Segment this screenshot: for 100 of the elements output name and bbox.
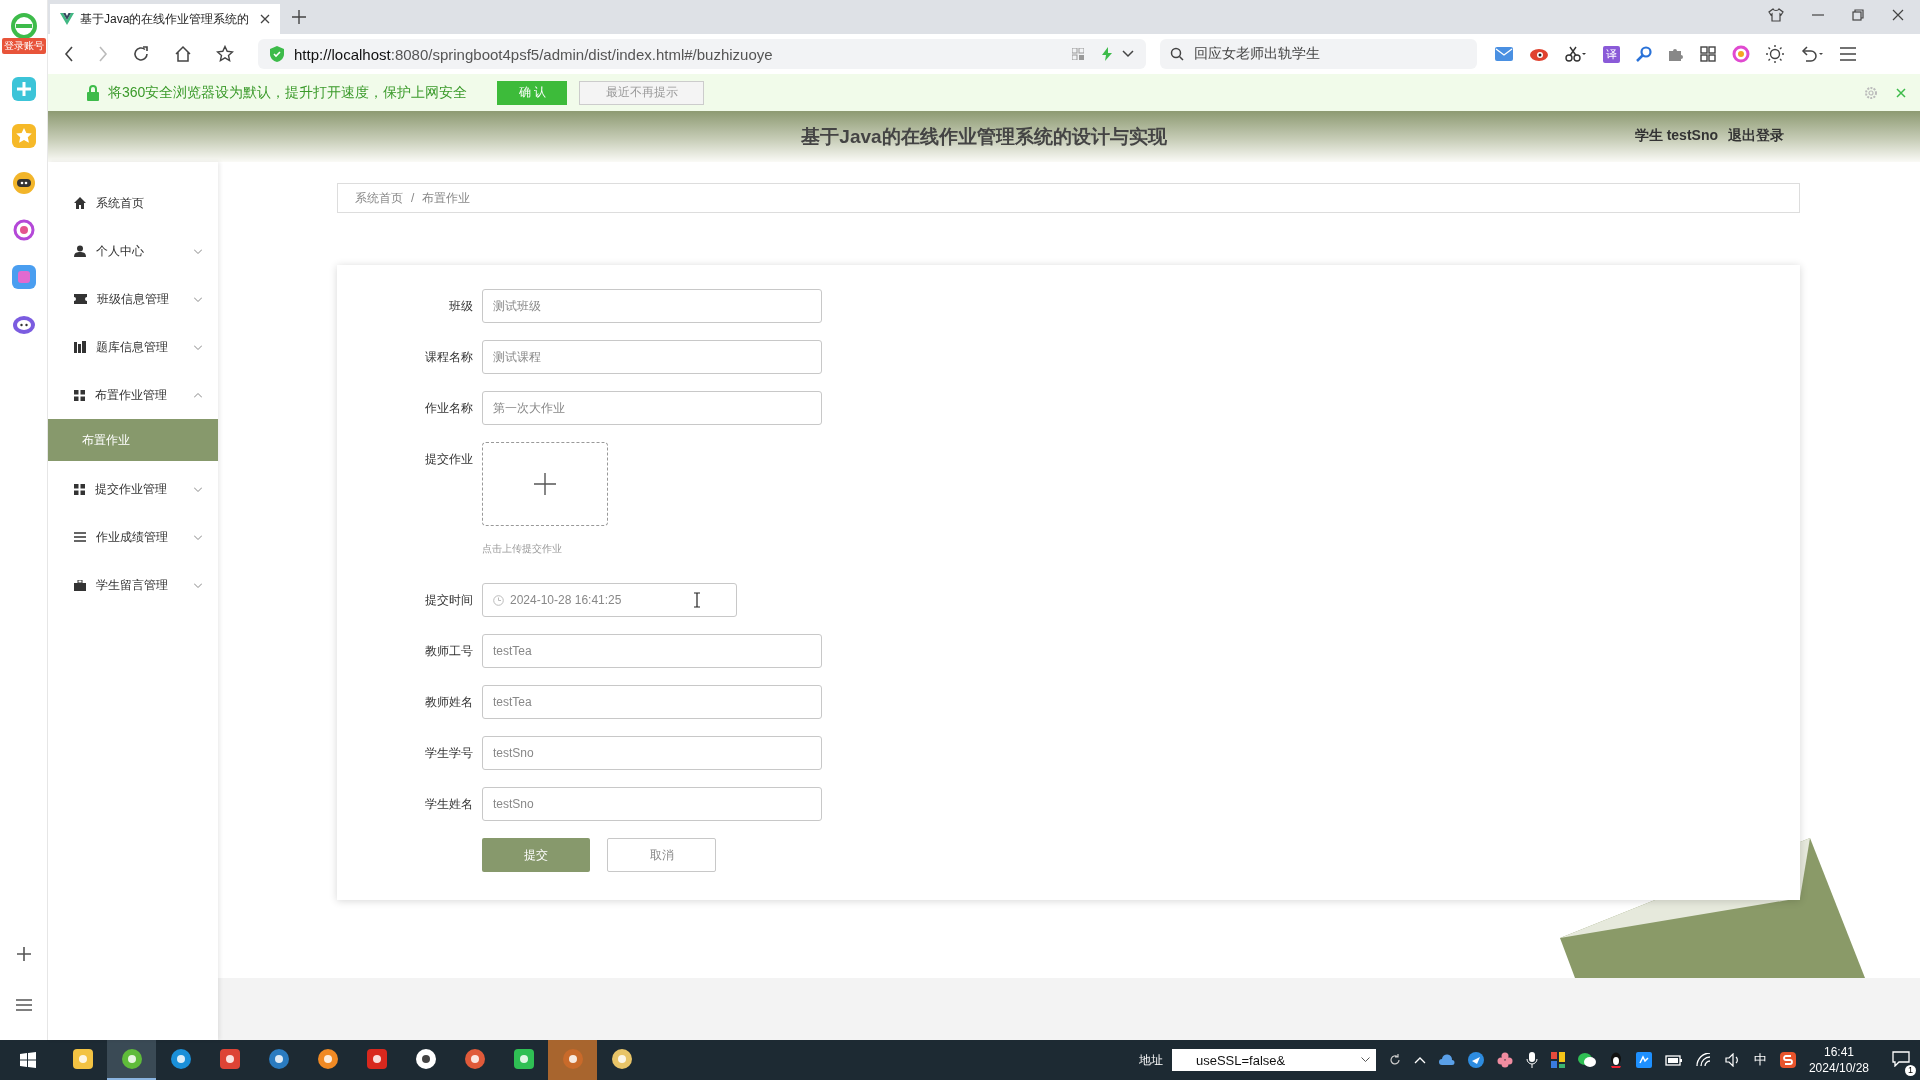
magnifier-icon[interactable] (1636, 46, 1652, 62)
sogou-icon[interactable] (1779, 1052, 1796, 1068)
sidebar-item[interactable]: 个人中心 (48, 227, 218, 275)
color-bars-icon[interactable] (1550, 1052, 1565, 1068)
clock-date[interactable]: 2024/10/28 (1808, 1060, 1869, 1076)
taskbar-app-icon[interactable] (414, 1048, 437, 1070)
date-field[interactable]: 2024-10-28 16:41:25 (482, 583, 737, 617)
sidebar-item[interactable]: 作业成绩管理 (48, 513, 218, 561)
restore-icon[interactable] (1852, 9, 1864, 21)
taskbar-app-icon[interactable] (365, 1048, 388, 1070)
vue-logo-icon (60, 13, 74, 25)
notification-icon[interactable] (1892, 1050, 1910, 1067)
chevron-down-icon[interactable] (1360, 1057, 1370, 1063)
field-label: 作业名称 (424, 400, 474, 417)
address-bar[interactable]: http://localhost:8080/springboot4psf5/admin/dist/index.html#/buzhizuoye (258, 39, 1146, 69)
breadcrumb-link[interactable]: 系统首页 (355, 189, 403, 207)
submit-button[interactable]: 提交 (482, 838, 590, 872)
list-icon[interactable] (15, 998, 32, 1012)
battery-icon[interactable] (1664, 1054, 1683, 1066)
wifi-icon[interactable] (1695, 1053, 1712, 1067)
refresh-icon[interactable] (1388, 1054, 1401, 1066)
cancel-button[interactable]: 取消 (607, 838, 716, 872)
list-icon (74, 532, 86, 542)
chevron-up-icon[interactable] (1413, 1056, 1426, 1064)
qr-code-icon[interactable] (1072, 48, 1084, 60)
sidebar-item[interactable]: 系统首页 (48, 179, 218, 227)
text-field[interactable]: testTea (482, 685, 822, 719)
text-field[interactable]: 测试班级 (482, 289, 822, 323)
chat-bot-icon[interactable] (11, 171, 36, 195)
close-window-icon[interactable] (1892, 9, 1904, 21)
mail-icon[interactable] (1495, 47, 1513, 61)
home-icon (74, 197, 86, 209)
shield-icon (270, 46, 284, 62)
login-badge[interactable]: 登录账号 (1, 38, 46, 54)
close-icon[interactable] (260, 14, 270, 24)
sidebar-item[interactable]: 提交作业管理 (48, 465, 218, 513)
sidebar-item[interactable]: 布置作业管理 (48, 371, 218, 419)
text-field[interactable]: testTea (482, 634, 822, 668)
text-field[interactable]: testSno (482, 787, 822, 821)
input-method-indicator[interactable]: 中 (1753, 1051, 1767, 1069)
upload-area[interactable] (482, 442, 608, 526)
sidebar-item[interactable]: 题库信息管理 (48, 323, 218, 371)
taskbar-app-icon[interactable] (169, 1048, 192, 1070)
ring-app-icon[interactable] (11, 218, 36, 242)
star-app-icon[interactable] (11, 124, 36, 148)
taskbar-app-icon[interactable] (316, 1048, 339, 1070)
taskbar-app-icon[interactable] (512, 1048, 535, 1070)
gradient-app-icon[interactable] (11, 265, 36, 289)
undo-icon[interactable] (1800, 46, 1824, 62)
browser-tab[interactable]: 基于Java的在线作业管理系统的 (50, 4, 280, 34)
sidebar-item[interactable]: 班级信息管理 (48, 275, 218, 323)
field-label: 班级 (448, 298, 474, 315)
user-name: 学生 testSno (1634, 127, 1718, 145)
home-icon[interactable] (174, 45, 192, 63)
logout-link[interactable]: 退出登录 (1728, 127, 1784, 145)
chevron-down-icon[interactable] (1122, 50, 1134, 58)
volume-icon[interactable] (1724, 1053, 1741, 1067)
taskbar-app-icon[interactable] (71, 1048, 94, 1070)
wechat-icon[interactable] (1577, 1052, 1596, 1068)
back-icon[interactable] (64, 46, 74, 62)
search-field[interactable]: 回应女老师出轨学生 (1160, 39, 1477, 69)
clock-time[interactable]: 16:41 (1823, 1044, 1854, 1060)
colorful-ring-icon[interactable] (1732, 45, 1750, 63)
address-field[interactable]: useSSL=false& (1171, 1049, 1376, 1071)
star-icon[interactable] (216, 45, 234, 63)
text-field[interactable]: 第一次大作业 (482, 391, 822, 425)
translate-button[interactable]: 译 (1603, 45, 1620, 63)
browser-logo-icon[interactable] (9, 12, 38, 40)
menu-icon[interactable] (1840, 47, 1856, 61)
microphone-icon[interactable] (1525, 1052, 1538, 1068)
text-field[interactable]: testSno (482, 736, 822, 770)
field-label: 学生学号 (424, 745, 474, 762)
new-tab-icon[interactable] (292, 10, 306, 24)
sidebar-subitem[interactable]: 布置作业 (48, 419, 218, 461)
sidebar-item[interactable]: 学生留言管理 (48, 561, 218, 609)
cloud-icon[interactable] (1438, 1053, 1455, 1067)
windows-start-icon[interactable] (20, 1052, 36, 1068)
shirt-icon[interactable] (1768, 8, 1784, 22)
notice-text: 将360安全浏览器设为默认，提升打开速度，保护上网安全 (108, 83, 468, 102)
penguin-icon[interactable] (1608, 1052, 1623, 1068)
scissors-icon[interactable] (1565, 46, 1587, 62)
grid-icon[interactable] (1700, 46, 1716, 62)
taskbar-app-icon[interactable] (463, 1048, 486, 1070)
eye-logo-icon[interactable] (1529, 46, 1549, 62)
puzzle-icon[interactable] (1668, 46, 1684, 62)
taskbar-app-icon[interactable] (610, 1048, 633, 1070)
confirm-button[interactable]: 确 认 (497, 80, 568, 105)
taskbar-app-icon[interactable] (120, 1048, 143, 1070)
grid-icon (74, 483, 85, 495)
reload-icon[interactable] (132, 45, 150, 63)
flower-icon[interactable] (1496, 1052, 1513, 1068)
text-field[interactable]: 测试课程 (482, 340, 822, 374)
ticket-icon (74, 294, 87, 304)
dismiss-button[interactable]: 最近不再提示 (579, 80, 705, 105)
taskbar-app-icon[interactable] (267, 1048, 290, 1070)
brightness-icon[interactable] (1766, 45, 1784, 63)
taskbar-app-icon[interactable] (218, 1048, 241, 1070)
add-icon[interactable] (15, 946, 32, 962)
breadcrumb-link[interactable]: 布置作业 (422, 189, 471, 207)
search-icon (1170, 47, 1184, 61)
